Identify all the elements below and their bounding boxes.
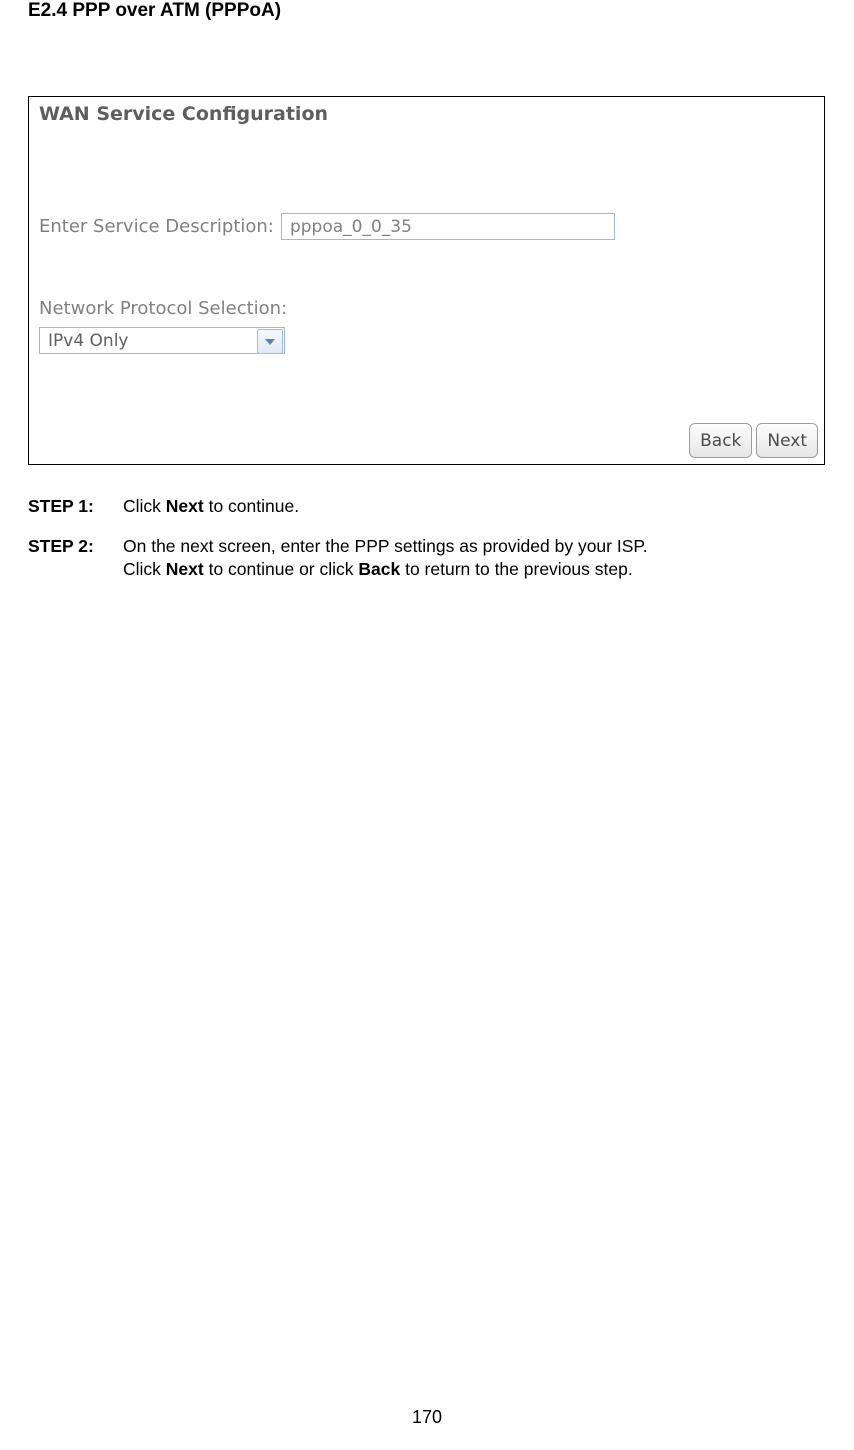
step-2: STEP 2: On the next screen, enter the PP…	[28, 535, 826, 582]
panel-title: WAN Service Configuration	[39, 103, 824, 125]
steps-list: STEP 1: Click Next to continue. STEP 2: …	[28, 495, 826, 582]
step-2-text-b2: Back	[358, 559, 400, 579]
step-2-text-mid: to continue or click	[204, 559, 359, 579]
wan-service-panel: WAN Service Configuration Enter Service …	[28, 96, 825, 465]
step-2-body: On the next screen, enter the PPP settin…	[123, 535, 826, 582]
step-1: STEP 1: Click Next to continue.	[28, 495, 826, 519]
page-number: 170	[0, 1407, 854, 1428]
step-2-text-pre: Click	[123, 559, 166, 579]
step-2-text-b1: Next	[166, 559, 204, 579]
step-2-line1: On the next screen, enter the PPP settin…	[123, 536, 648, 556]
next-button[interactable]: Next	[756, 423, 818, 458]
step-1-text-post: to continue.	[204, 496, 299, 516]
step-1-text-pre: Click	[123, 496, 166, 516]
service-description-input[interactable]	[281, 213, 615, 240]
network-protocol-select[interactable]: IPv4 Only	[39, 327, 285, 354]
step-2-text-post: to return to the previous step.	[400, 559, 633, 579]
network-protocol-value: IPv4 Only	[48, 331, 128, 351]
step-1-label: STEP 1:	[28, 495, 123, 519]
step-1-body: Click Next to continue.	[123, 495, 826, 519]
back-button[interactable]: Back	[689, 423, 752, 458]
section-heading: E2.4 PPP over ATM (PPPoA)	[28, 0, 826, 22]
step-2-label: STEP 2:	[28, 535, 123, 582]
chevron-down-icon[interactable]	[257, 329, 283, 354]
network-protocol-label: Network Protocol Selection:	[39, 298, 287, 319]
step-1-text-bold: Next	[166, 496, 204, 516]
service-description-label: Enter Service Description:	[39, 216, 274, 237]
